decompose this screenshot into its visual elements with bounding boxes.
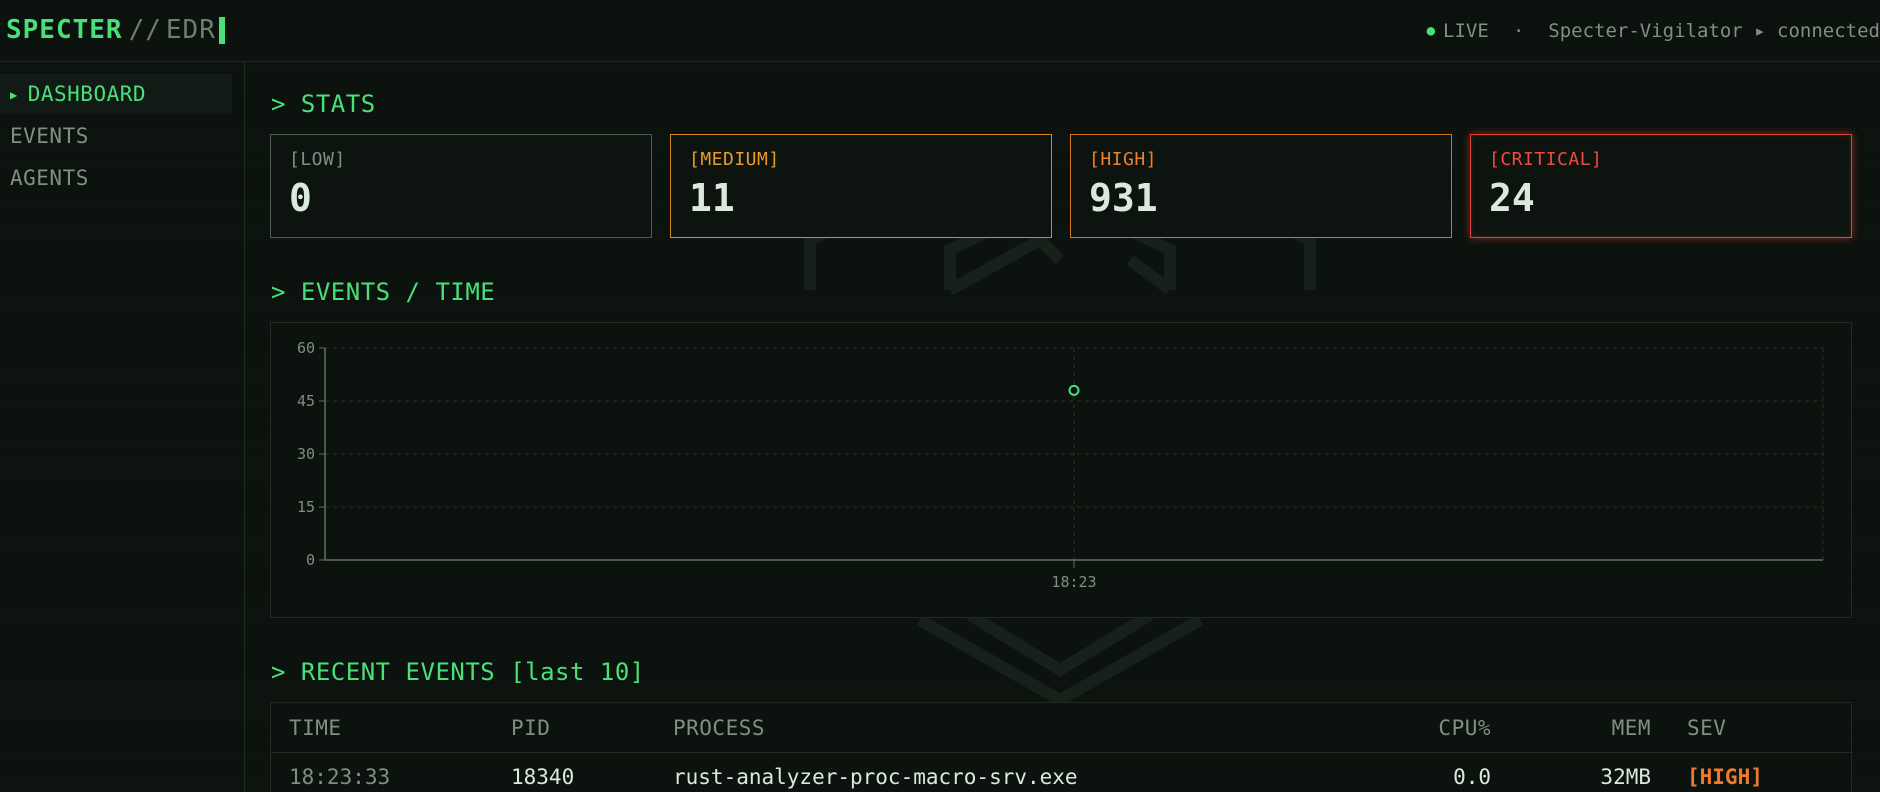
brand-primary: SPECTER <box>6 15 123 45</box>
recent-events-section-title: > RECENT EVENTS [last 10] <box>271 658 645 686</box>
y-tick-label: 60 <box>297 339 315 357</box>
sidebar-item-events[interactable]: EVENTS <box>0 116 232 156</box>
column-header-sev[interactable]: SEV <box>1687 716 1726 740</box>
x-tick-label: 18:23 <box>1051 573 1096 591</box>
brand-separator: // <box>128 15 162 45</box>
stat-card-medium[interactable]: [MEDIUM] 11 <box>670 134 1052 238</box>
sidebar-item-dashboard[interactable]: ▶ DASHBOARD <box>0 74 232 114</box>
y-tick-label: 15 <box>297 498 315 516</box>
stat-value-high: 931 <box>1089 176 1158 220</box>
stat-card-critical[interactable]: [CRITICAL] 24 <box>1470 134 1852 238</box>
y-tick-label: 30 <box>297 445 315 463</box>
cell-pid: 18340 <box>511 765 575 789</box>
stats-cards: [LOW] 0 [MEDIUM] 11 [HIGH] 931 [CRITICAL… <box>270 134 1852 238</box>
cell-mem: 32MB <box>1600 765 1651 789</box>
cell-severity: [HIGH] <box>1687 765 1763 789</box>
y-tick-label: 45 <box>297 392 315 410</box>
column-header-time[interactable]: TIME <box>289 716 342 740</box>
events-time-section-title: > EVENTS / TIME <box>271 278 496 306</box>
sidebar-item-agents[interactable]: AGENTS <box>0 158 232 198</box>
stat-label-medium: [MEDIUM] <box>689 149 780 170</box>
stat-value-medium: 11 <box>689 176 735 220</box>
table-row[interactable]: 18:23:33 18340 rust-analyzer-proc-macro-… <box>271 753 1851 792</box>
table-header: TIME PID PROCESS CPU% MEM SEV <box>271 703 1851 753</box>
recent-events-table: TIME PID PROCESS CPU% MEM SEV 18:23:33 1… <box>270 702 1852 792</box>
status-separator: · <box>1512 20 1525 42</box>
stat-label-critical: [CRITICAL] <box>1489 149 1603 170</box>
brand-secondary: EDR <box>165 15 216 45</box>
stat-card-high[interactable]: [HIGH] 931 <box>1070 134 1452 238</box>
data-point <box>1068 384 1080 396</box>
agent-status: Specter-Vigilator ▸ connected <box>1548 20 1880 42</box>
sidebar-item-label: AGENTS <box>10 166 89 190</box>
stat-value-low: 0 <box>289 176 312 220</box>
column-header-process[interactable]: PROCESS <box>673 716 765 740</box>
column-header-pid[interactable]: PID <box>511 716 550 740</box>
events-time-chart: 0 15 30 45 60 18:23 <box>270 322 1852 618</box>
stat-value-critical: 24 <box>1489 176 1535 220</box>
events-chart-svg: 0 15 30 45 60 18:23 <box>297 339 1824 591</box>
stat-card-low[interactable]: [LOW] 0 <box>270 134 652 238</box>
cell-cpu: 0.0 <box>1453 765 1491 789</box>
cell-time: 18:23:33 <box>289 765 391 789</box>
live-label: LIVE <box>1443 20 1489 42</box>
column-header-mem[interactable]: MEM <box>1612 716 1651 740</box>
sidebar-item-label: DASHBOARD <box>27 82 147 106</box>
blinking-cursor-icon <box>218 16 225 44</box>
stat-label-low: [LOW] <box>289 149 346 170</box>
sidebar: ▶ DASHBOARD EVENTS AGENTS <box>0 62 245 792</box>
live-dot-icon: ● <box>1426 23 1436 39</box>
active-caret-icon: ▶ <box>10 88 18 102</box>
y-tick-label: 0 <box>306 551 315 569</box>
cell-process: rust-analyzer-proc-macro-srv.exe <box>673 765 1078 789</box>
brand-logo: SPECTER // EDR <box>6 15 225 45</box>
column-header-cpu[interactable]: CPU% <box>1438 716 1491 740</box>
stat-label-high: [HIGH] <box>1089 149 1158 170</box>
connection-status: ● LIVE · Specter-Vigilator ▸ connected <box>1427 20 1880 42</box>
stats-section-title: > STATS <box>271 90 376 118</box>
top-bar: SPECTER // EDR ● LIVE · Specter-Vigilato… <box>0 0 1880 62</box>
sidebar-item-label: EVENTS <box>10 124 89 148</box>
